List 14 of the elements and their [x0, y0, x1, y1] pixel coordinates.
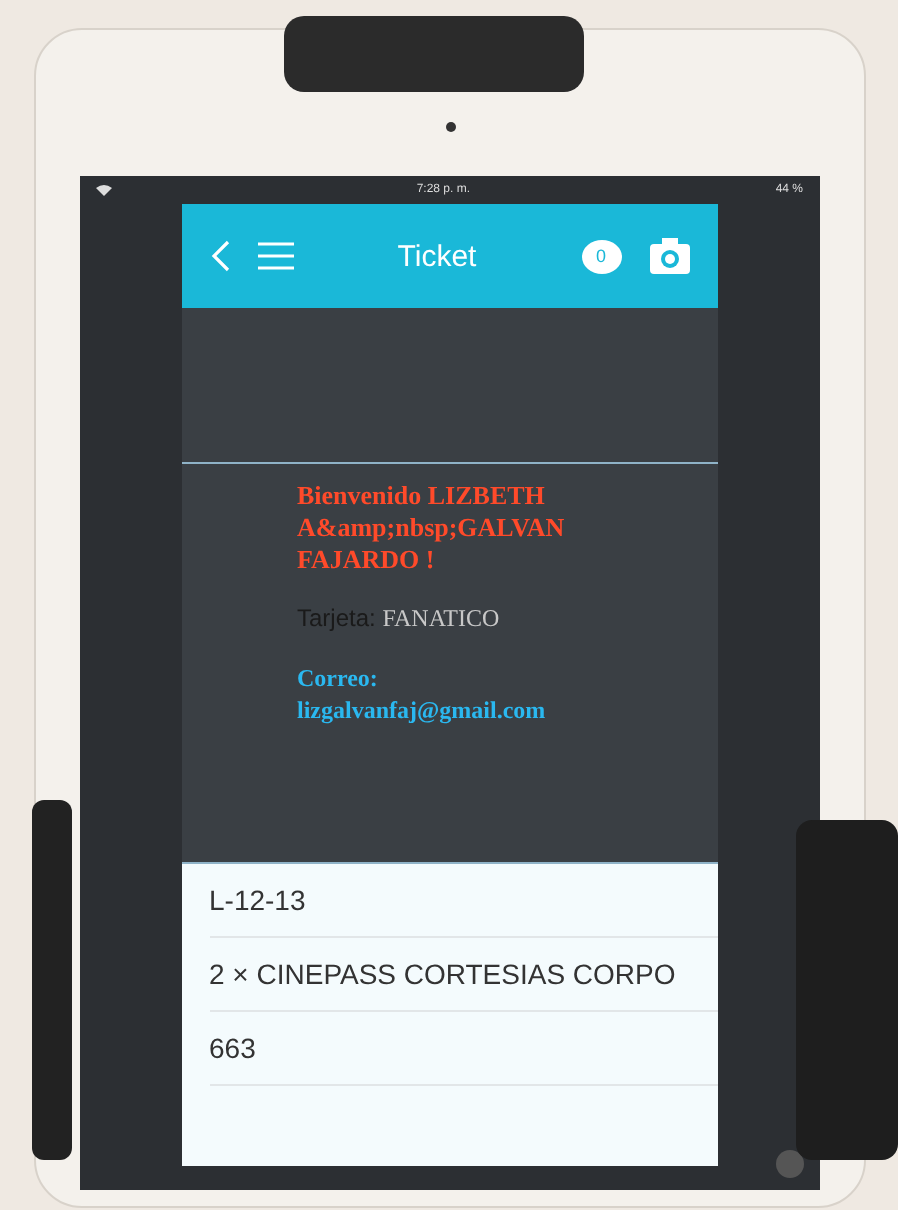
ticket-row: L-12-13 — [209, 864, 717, 938]
wifi-icon — [95, 184, 111, 196]
menu-icon[interactable] — [257, 242, 293, 270]
camera-icon[interactable] — [649, 238, 689, 274]
email-label: Correo: — [297, 662, 380, 694]
email-value: lizgalvanfaj@gmail.com — [297, 694, 548, 726]
card-value: FANATICO — [382, 604, 500, 632]
camera-dot — [445, 122, 455, 132]
header-title: Ticket — [395, 239, 479, 273]
ticket-row: 2 × CINEPASS CORTESIAS CORPO — [209, 938, 717, 1012]
welcome-message: Bienvenido LIZBETH A&amp;nbsp;GALVAN FAJARDO ! — [297, 480, 567, 576]
ticket-row: 663 — [209, 1012, 717, 1086]
back-icon[interactable] — [209, 240, 229, 272]
chat-badge[interactable]: 0 — [581, 239, 621, 273]
